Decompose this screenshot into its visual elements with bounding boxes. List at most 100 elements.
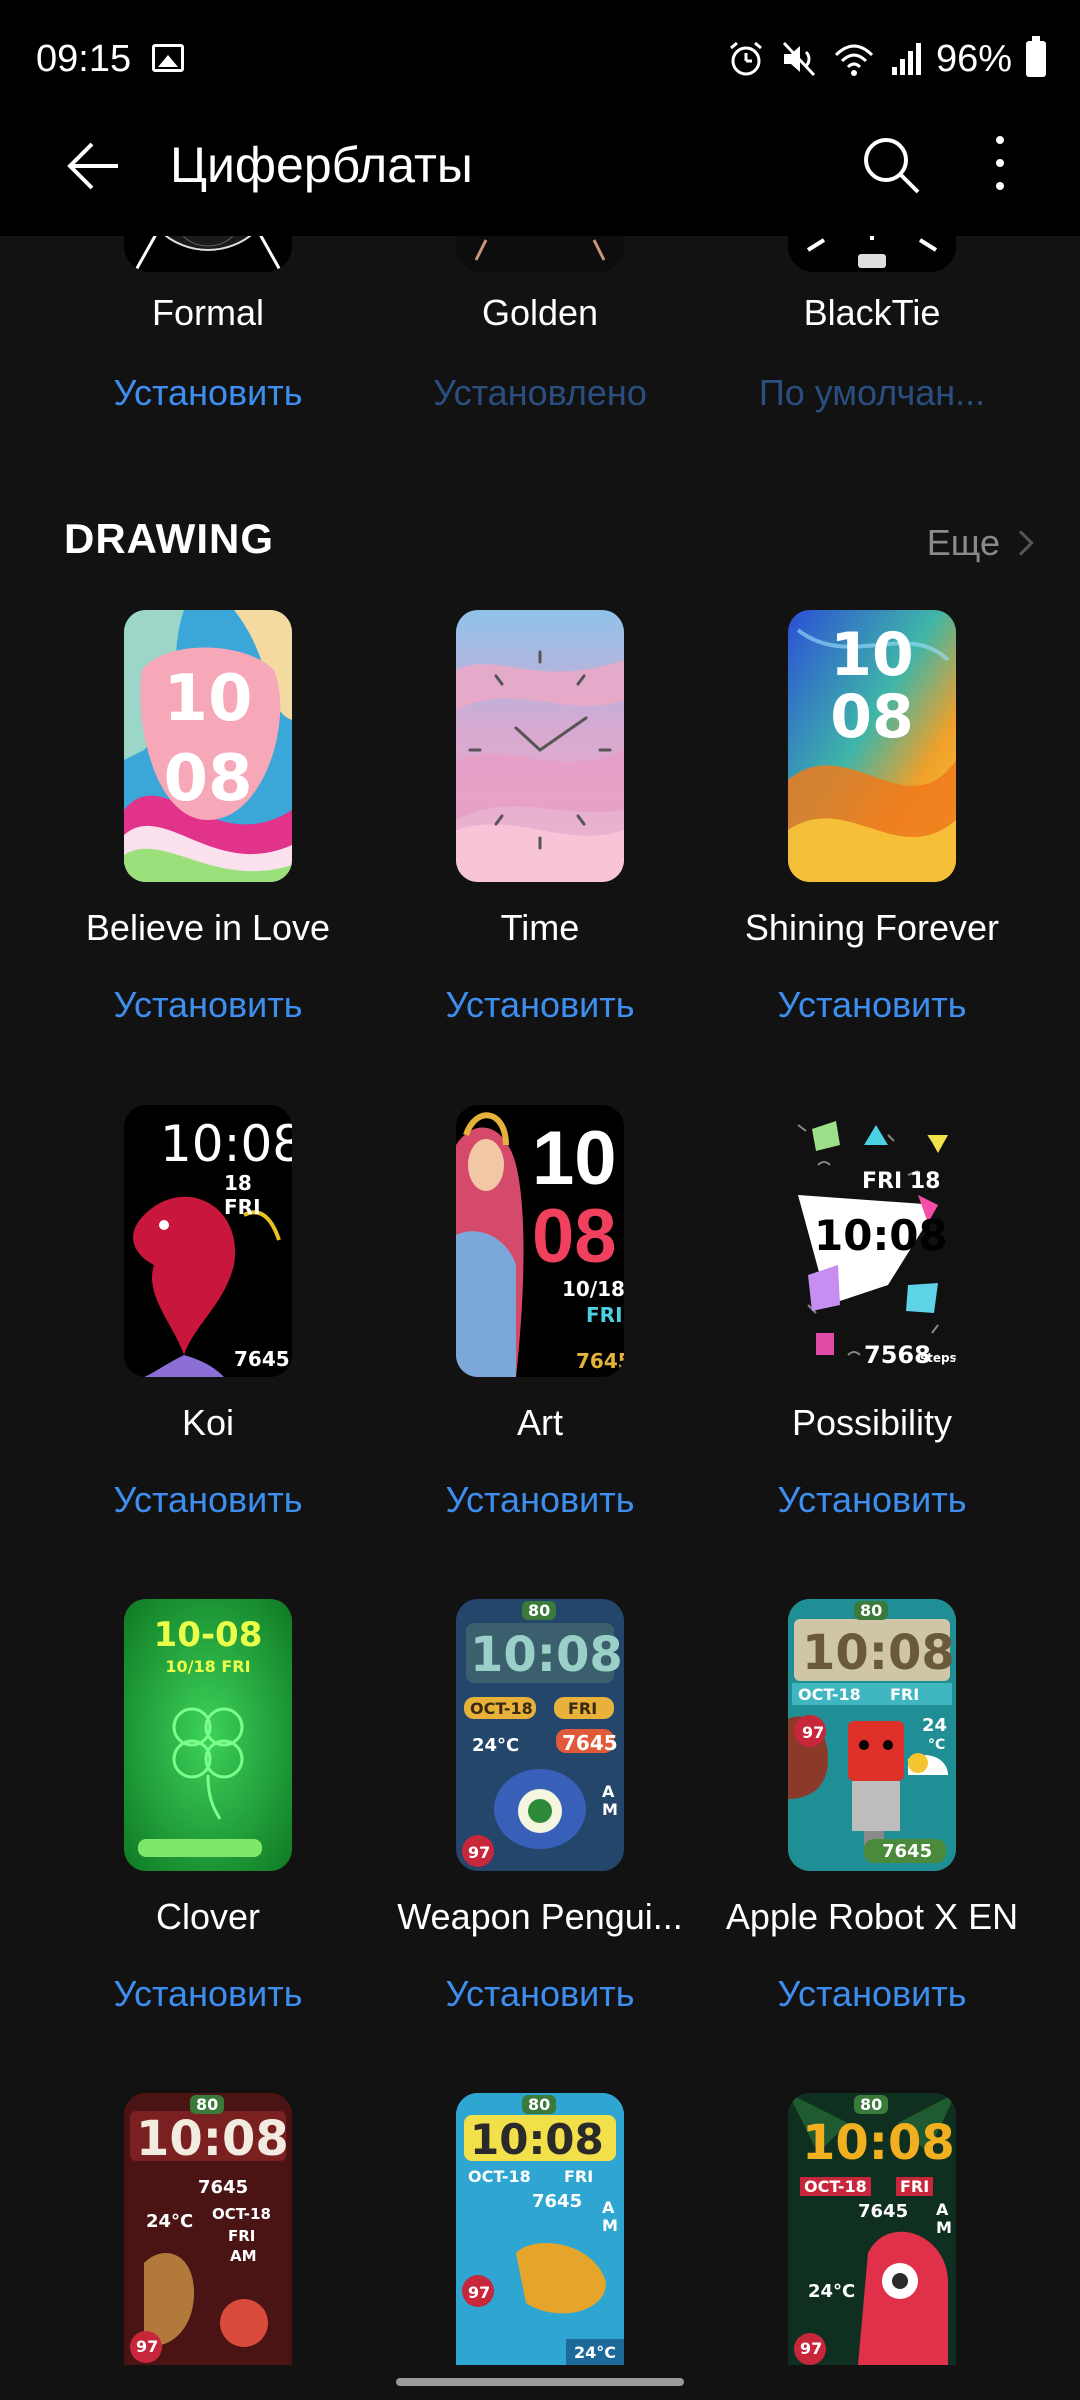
watch-face-name: Golden bbox=[481, 292, 599, 333]
watch-face-heart: 97 bbox=[468, 2283, 491, 2302]
watch-face-day: FRI bbox=[568, 1699, 598, 1718]
home-indicator[interactable] bbox=[396, 2378, 684, 2386]
install-button[interactable]: Установить bbox=[692, 1479, 1052, 1521]
watch-face-day: FRI bbox=[890, 1685, 920, 1704]
watch-face-temp: 24 bbox=[922, 1715, 948, 1736]
watch-face-name: Koi bbox=[181, 1402, 235, 1443]
watch-face-name: Formal bbox=[151, 292, 264, 333]
watch-face-heart: 97 bbox=[802, 1723, 825, 1742]
watch-face-battery: 80 bbox=[854, 1601, 889, 1620]
watch-face-ampm: AM bbox=[230, 2247, 257, 2265]
watch-face-date: OCT-18 bbox=[800, 2177, 871, 2196]
section-title: DRAWING bbox=[64, 515, 274, 562]
watch-face-thumbnail[interactable]: 10-08 10/18 FRI bbox=[124, 1599, 292, 1871]
watch-face-time: 10:08 bbox=[814, 1211, 948, 1260]
install-button[interactable]: Установить bbox=[360, 1973, 720, 2015]
watch-face-hour: 10 bbox=[532, 1116, 617, 1201]
watch-face-date: 10/18 FRI bbox=[165, 1657, 251, 1676]
install-button[interactable]: Установить bbox=[692, 984, 1052, 1026]
watch-face-battery: 80 bbox=[522, 2095, 557, 2114]
watch-face-steps: 7645 bbox=[234, 1347, 290, 1371]
watch-face-list[interactable]: VI Formal Golden BlackTie Установить Уст… bbox=[0, 0, 1080, 2400]
install-button[interactable]: Установить bbox=[360, 1479, 720, 1521]
watch-face-name: Possibility bbox=[791, 1402, 953, 1443]
watch-face-thumbnail[interactable]: 80 10:08 OCT-18 FRI 7645 AM 24°C 97 bbox=[788, 2093, 956, 2365]
wifi-icon bbox=[834, 44, 873, 76]
watch-face-time: 10:08 bbox=[160, 1115, 292, 1173]
watch-face-battery: 80 bbox=[522, 1601, 557, 1620]
watch-face-steps: 7645 bbox=[576, 1349, 624, 1373]
installed-label: Установлено bbox=[433, 372, 647, 413]
battery-percentage: 96% bbox=[935, 37, 1012, 80]
watch-face-date: 10/18 bbox=[562, 1277, 624, 1301]
battery-icon bbox=[1026, 36, 1046, 77]
page-title: Циферблаты bbox=[170, 137, 473, 193]
watch-face-hour: 10 bbox=[830, 620, 914, 690]
watch-face-thumbnail[interactable]: 10:08 18 FRI 7645 bbox=[124, 1105, 292, 1377]
watch-face-steps: 7645 bbox=[562, 1731, 618, 1755]
chevron-right-icon bbox=[1008, 530, 1034, 556]
watch-face-minute: 08 bbox=[163, 742, 253, 816]
watch-face-name: Apple Robot X EN bbox=[725, 1896, 1019, 1937]
watch-face-time: 10:08 bbox=[136, 2111, 289, 2167]
watch-face-time: 10-08 bbox=[153, 1615, 263, 1655]
watch-face-steps: 7645 bbox=[882, 1841, 933, 1862]
install-button[interactable]: Установить bbox=[360, 984, 720, 1026]
watch-face-day: FRI bbox=[228, 2227, 256, 2245]
install-button[interactable]: Установить bbox=[28, 372, 388, 414]
watch-face-name: BlackTie bbox=[803, 292, 941, 333]
watch-face-day: FRI bbox=[896, 2177, 934, 2196]
watch-face-time: 10:08 bbox=[802, 2115, 955, 2171]
watch-face-name: Time bbox=[500, 907, 580, 948]
watch-face-name: Believe in Love bbox=[85, 907, 331, 948]
status-icons: 96% bbox=[726, 36, 1046, 80]
watch-face-steps-unit: steps bbox=[920, 1351, 956, 1365]
install-button[interactable]: Установить bbox=[692, 1973, 1052, 2015]
watch-face-time: 10:08 bbox=[802, 1625, 955, 1681]
watch-face-thumbnail[interactable]: 10 08 bbox=[124, 610, 292, 882]
watch-face-hour: 10 bbox=[163, 662, 253, 736]
watch-face-steps: 7645 bbox=[858, 2201, 909, 2222]
status-bar: 09:15 96% bbox=[0, 0, 1080, 120]
section-more-link[interactable]: Еще bbox=[926, 522, 1034, 564]
back-arrow-icon[interactable] bbox=[62, 134, 126, 198]
watch-face-date: FRI 18 bbox=[862, 1169, 941, 1194]
watch-face-temp: 24°C bbox=[472, 1735, 520, 1756]
default-label: По умолчан... bbox=[758, 372, 986, 413]
watch-face-heart: 97 bbox=[468, 1843, 491, 1862]
mute-icon bbox=[782, 41, 816, 77]
watch-face-name: Clover bbox=[155, 1896, 261, 1937]
install-button[interactable]: Установить bbox=[28, 984, 388, 1026]
status-time: 09:15 bbox=[36, 38, 132, 80]
watch-face-thumbnail[interactable]: 80 10:08 OCT-18 FRI 97 24 °C 7645 bbox=[788, 1599, 956, 1871]
more-label: Еще bbox=[926, 522, 1000, 563]
watch-face-temp: 24°C bbox=[808, 2281, 856, 2302]
install-button[interactable]: Установить bbox=[28, 1973, 388, 2015]
watch-face-date: OCT-18 bbox=[798, 1685, 861, 1704]
more-options-icon[interactable] bbox=[980, 130, 1020, 196]
watch-face-heart: 97 bbox=[136, 2337, 159, 2356]
watch-face-minute: 08 bbox=[830, 682, 914, 752]
watch-face-name: Art bbox=[516, 1402, 563, 1443]
watch-face-time: 10:08 bbox=[470, 1627, 623, 1683]
app-bar: Циферблаты bbox=[0, 120, 1080, 236]
watch-face-thumbnail[interactable]: 80 10:08 7645 24°C OCT-18 FRI AM 97 bbox=[124, 2093, 292, 2365]
watch-face-thumbnail[interactable]: 80 10:08 OCT-18 FRI 24°C 7645 97 AM bbox=[456, 1599, 624, 1871]
watch-face-steps: 7645 bbox=[198, 2177, 249, 2198]
top-bar: 09:15 96% Циферблаты bbox=[0, 0, 1080, 236]
watch-face-date: OCT-18 bbox=[468, 2167, 531, 2186]
watch-face-date: OCT-18 bbox=[212, 2205, 271, 2223]
watch-face-thumbnail[interactable]: 10 08 10/18 FRI 7645 bbox=[456, 1105, 624, 1377]
watch-face-thumbnail[interactable] bbox=[456, 610, 624, 882]
watch-face-thumbnail[interactable]: FRI 18 10:08 7568 steps bbox=[788, 1105, 956, 1377]
search-icon[interactable] bbox=[858, 132, 924, 198]
watch-face-thumbnail[interactable]: 80 10:08 OCT-18 FRI 7645 AM 97 24°C bbox=[456, 2093, 624, 2365]
install-button[interactable]: Установить bbox=[28, 1479, 388, 1521]
watch-face-thumbnail[interactable]: 10 08 bbox=[788, 610, 956, 882]
signal-icon bbox=[891, 43, 921, 75]
watch-face-ampm: AM bbox=[602, 2198, 618, 2235]
watch-face-date: 18 FRI bbox=[224, 1171, 261, 1219]
watch-face-time: 10:08 bbox=[470, 2115, 604, 2164]
watch-face-name: Shining Forever bbox=[744, 907, 1000, 948]
watch-face-day: FRI bbox=[564, 2167, 594, 2186]
